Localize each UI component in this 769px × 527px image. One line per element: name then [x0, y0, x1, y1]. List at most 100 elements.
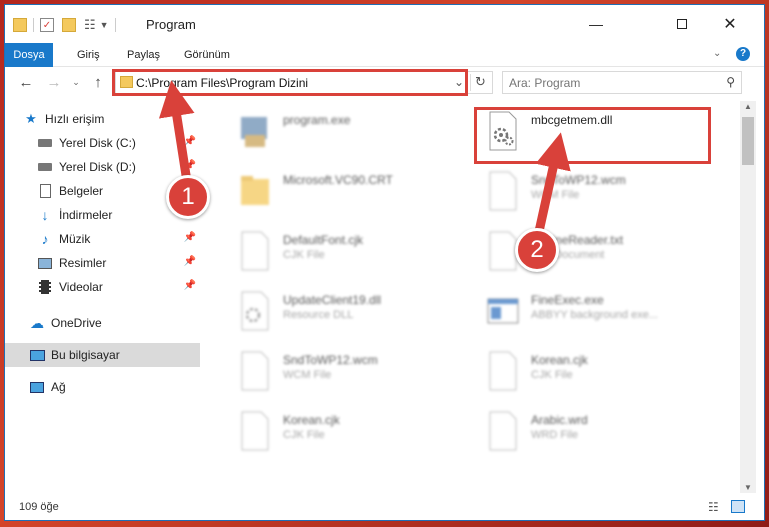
- sidebar-item-label: Videolar: [59, 280, 103, 294]
- step-badge-2: 2: [515, 228, 559, 272]
- large-icons-view-icon[interactable]: [731, 500, 745, 513]
- file-item[interactable]: Microsoft.VC90.CRT: [221, 165, 466, 217]
- file-name: Korean.cjk: [531, 353, 588, 367]
- recent-locations-button[interactable]: ⌄: [65, 71, 87, 93]
- minimize-icon: —: [589, 16, 603, 32]
- maximize-button[interactable]: [659, 5, 705, 43]
- sidebar-item-this-pc[interactable]: Bu bilgisayar: [5, 343, 200, 367]
- search-box[interactable]: ⚲: [502, 71, 742, 94]
- file-type: CJK File: [531, 369, 573, 381]
- sidebar-item-label: OneDrive: [51, 316, 102, 330]
- sidebar-item-videos[interactable]: Videolar 📌: [5, 275, 200, 299]
- file-name: SndToWP12.wcm: [531, 173, 626, 187]
- pin-icon: 📌: [183, 160, 196, 171]
- pin-icon: 📌: [183, 256, 196, 267]
- music-icon: ♪: [41, 231, 49, 247]
- sidebar-item-label: Resimler: [59, 256, 107, 270]
- sidebar-item-pictures[interactable]: Resimler 📌: [5, 251, 200, 275]
- drive-icon: [37, 159, 53, 175]
- sidebar-item-local-disk-c[interactable]: Yerel Disk (C:) 📌: [5, 131, 200, 155]
- tab-file[interactable]: Dosya: [5, 43, 53, 67]
- file-name: FineExec.exe: [531, 293, 604, 307]
- sidebar-item-label: Yerel Disk (D:): [59, 160, 136, 174]
- file-item[interactable]: DefaultFont.cjk CJK File: [221, 225, 466, 277]
- app-window-icon: [487, 298, 519, 324]
- file-highlight-box: [474, 107, 711, 164]
- file-item[interactable]: program.exe: [221, 105, 466, 157]
- scroll-up-icon[interactable]: ▲: [744, 102, 752, 111]
- tab-view[interactable]: Görünüm: [174, 43, 240, 67]
- up-button[interactable]: ↑: [87, 71, 109, 93]
- arrow-right-icon: →: [46, 73, 62, 91]
- minimize-button[interactable]: —: [573, 5, 619, 43]
- window-title: Program: [146, 17, 196, 32]
- sidebar-item-label: Müzik: [59, 232, 91, 246]
- arrow-left-icon: ←: [18, 73, 34, 91]
- forward-button[interactable]: →: [43, 71, 65, 93]
- properties-icon[interactable]: ✓: [40, 18, 54, 32]
- navigation-pane: ★ Hızlı erişim Yerel Disk (C:) 📌 Yerel D…: [5, 101, 205, 493]
- file-item[interactable]: UpdateClient19.dll Resource DLL: [221, 285, 466, 337]
- sidebar-item-local-disk-d[interactable]: Yerel Disk (D:) 📌: [5, 155, 200, 179]
- scrollbar-thumb[interactable]: [742, 117, 754, 165]
- ribbon-expand-icon[interactable]: ⌄: [713, 48, 721, 59]
- scroll-down-icon[interactable]: ▼: [744, 483, 752, 492]
- cloud-icon: ☁: [30, 314, 44, 331]
- sidebar-item-network[interactable]: Ağ: [5, 375, 200, 399]
- file-item[interactable]: EngineReader.txt Text Document: [469, 225, 714, 277]
- back-button[interactable]: ←: [15, 71, 37, 93]
- file-item[interactable]: FineExec.exe ABBYY background exe...: [469, 285, 714, 337]
- details-view-icon[interactable]: ☷: [708, 500, 719, 514]
- pin-icon: 📌: [183, 232, 196, 243]
- star-icon: ★: [25, 111, 37, 126]
- item-count: 109 öğe: [19, 501, 59, 513]
- file-icon: [489, 171, 517, 211]
- file-item[interactable]: Korean.cjk CJK File: [469, 345, 714, 397]
- sidebar-item-music[interactable]: ♪ Müzik 📌: [5, 227, 200, 251]
- file-name: Korean.cjk: [283, 413, 340, 427]
- vertical-scrollbar[interactable]: ▲ ▼: [740, 101, 756, 493]
- search-icon: ⚲: [726, 75, 735, 89]
- file-item[interactable]: Korean.cjk CJK File: [221, 405, 466, 457]
- network-icon: [29, 379, 45, 395]
- file-type: ABBYY background exe...: [531, 309, 658, 321]
- sidebar-item-label: Hızlı erişim: [45, 112, 105, 126]
- dll-gear-icon: [241, 291, 269, 331]
- maximize-icon: [677, 19, 687, 29]
- file-icon: [489, 411, 517, 451]
- sidebar-item-quick-access[interactable]: ★ Hızlı erişim: [5, 107, 200, 131]
- file-name: program.exe: [283, 113, 351, 127]
- divider: [114, 18, 116, 32]
- folder-icon: [241, 176, 269, 205]
- sidebar-item-onedrive[interactable]: ☁ OneDrive: [5, 311, 200, 335]
- explorer-window: ✓ ☷ ▼ Program — ✕ Dosya Giriş Paylaş Gör…: [4, 4, 765, 521]
- folder-icon[interactable]: [13, 18, 27, 32]
- file-name: Microsoft.VC90.CRT: [283, 173, 393, 187]
- tab-home[interactable]: Giriş: [67, 43, 110, 67]
- file-type: WCM File: [283, 369, 332, 381]
- file-type: WRD File: [531, 429, 579, 441]
- view-options-icon[interactable]: ☷: [84, 17, 96, 33]
- address-highlight-box: [112, 69, 468, 96]
- help-icon[interactable]: ?: [736, 47, 750, 61]
- sidebar-item-label: Ağ: [51, 380, 66, 394]
- title-bar: ✓ ☷ ▼ Program — ✕: [5, 5, 764, 43]
- arrow-up-icon: ↑: [94, 73, 102, 91]
- close-button[interactable]: ✕: [707, 5, 753, 43]
- chevron-down-icon[interactable]: ▼: [100, 20, 109, 30]
- pin-icon: 📌: [183, 136, 196, 147]
- file-type: Resource DLL: [283, 309, 354, 321]
- file-icon: [241, 351, 269, 391]
- status-bar: 109 öğe ☷: [5, 493, 764, 520]
- sidebar-item-label: İndirmeler: [59, 208, 113, 222]
- refresh-icon[interactable]: ↻: [475, 74, 486, 90]
- divider: [33, 18, 34, 32]
- file-item[interactable]: Arabic.wrd WRD File: [469, 405, 714, 457]
- file-item[interactable]: SndToWP12.wcm WCM File: [469, 165, 714, 217]
- close-icon: ✕: [723, 16, 737, 33]
- search-input[interactable]: [503, 72, 741, 93]
- file-item[interactable]: SndToWP12.wcm WCM File: [221, 345, 466, 397]
- new-folder-icon[interactable]: [62, 18, 76, 32]
- tab-share[interactable]: Paylaş: [117, 43, 170, 67]
- chevron-down-icon: ⌄: [72, 76, 80, 87]
